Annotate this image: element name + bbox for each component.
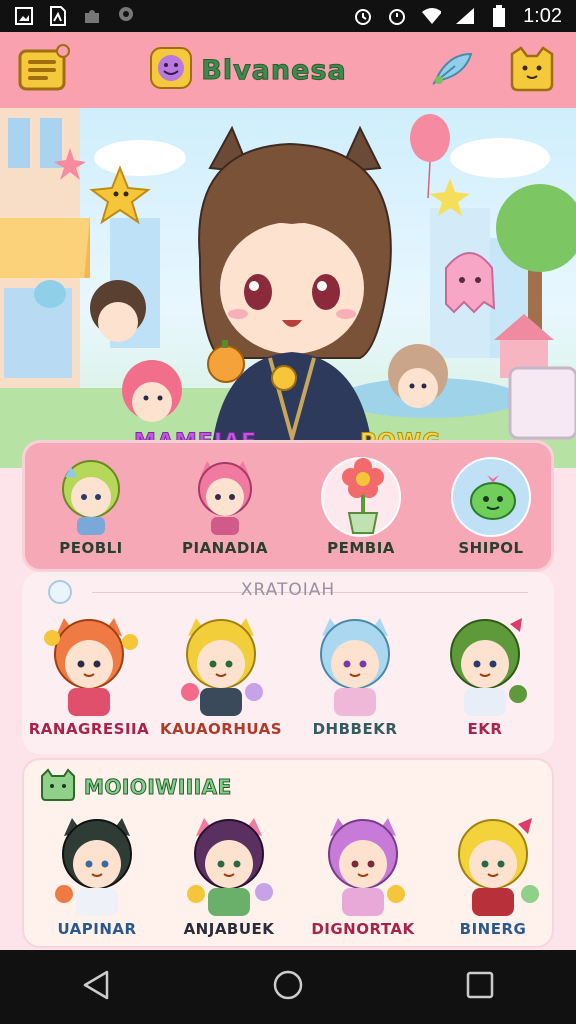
recents-icon xyxy=(465,970,495,1004)
hero-banner[interactable] xyxy=(0,108,576,468)
battery-icon xyxy=(489,5,509,27)
puzzle-icon xyxy=(82,6,102,26)
character-name: BINERG xyxy=(459,920,527,938)
featured-item-label: PIANADIA xyxy=(182,539,268,557)
brand: Blvanesa xyxy=(149,46,346,94)
character-name: KAUAORHUAS xyxy=(159,720,283,738)
hero-illustration xyxy=(0,108,576,468)
app-title: Blvanesa xyxy=(201,54,347,86)
alarm-icon xyxy=(353,6,373,26)
character-name: ANJABUEK xyxy=(183,920,275,938)
character-portrait xyxy=(55,818,132,916)
character-card[interactable]: UAPINAR xyxy=(34,808,160,938)
character-name: DHBBEKR xyxy=(312,720,398,738)
featured-item-label: PEOBLI xyxy=(59,539,123,557)
image-icon xyxy=(14,6,34,26)
feather-button[interactable] xyxy=(424,44,480,96)
section-header: MOIOIWIIIAE xyxy=(40,768,232,806)
app-bar: Blvanesa xyxy=(0,32,576,108)
back-button[interactable] xyxy=(66,957,126,1017)
character-portrait xyxy=(187,818,273,916)
cat-badge-icon xyxy=(40,768,76,806)
character-section-3: MOIOIWIIIAE UAPINAR ANJABUEK DIGNORTAK B… xyxy=(22,758,554,948)
status-bar: 1:02 xyxy=(0,0,576,32)
character-card[interactable]: BINERG xyxy=(430,808,556,938)
character-card[interactable]: KAUAORHUAS xyxy=(158,608,284,738)
signal-icon xyxy=(455,6,475,26)
home-icon xyxy=(272,969,304,1005)
character-card[interactable]: DIGNORTAK xyxy=(300,808,426,938)
menu-button[interactable] xyxy=(16,44,72,96)
featured-item-4[interactable]: SHIPOL xyxy=(439,457,543,567)
featured-item-3[interactable]: PEMBIA xyxy=(309,457,413,567)
wifi-icon xyxy=(421,6,442,26)
smiley-logo-icon xyxy=(149,46,193,94)
character-card[interactable]: DHBBEKR xyxy=(292,608,418,738)
status-time: 1:02 xyxy=(523,4,562,27)
character-card[interactable]: EKR xyxy=(422,608,548,738)
section-title: XRATOIAH xyxy=(240,580,336,600)
pink-cat-chibi-icon xyxy=(185,457,265,537)
file-icon xyxy=(48,6,68,26)
character-card[interactable]: ANJABUEK xyxy=(166,808,292,938)
status-left xyxy=(14,6,136,26)
character-portrait xyxy=(450,618,527,716)
character-name: RANAGRESIIA xyxy=(28,720,150,738)
recents-button[interactable] xyxy=(450,957,510,1017)
flower-pot-icon xyxy=(321,457,401,537)
section-title: MOIOIWIIIAE xyxy=(84,775,232,800)
featured-item-1[interactable]: PEOBLI xyxy=(39,457,143,567)
green-monster-icon xyxy=(451,457,531,537)
featured-item-label: PEMBIA xyxy=(327,539,395,557)
alarm-icon xyxy=(387,6,407,26)
app-bar-actions xyxy=(424,44,560,96)
character-portrait xyxy=(181,618,263,716)
character-portrait xyxy=(458,818,539,916)
home-button[interactable] xyxy=(258,957,318,1017)
character-name: DIGNORTAK xyxy=(311,920,415,938)
navigation-bar xyxy=(0,950,576,1024)
character-portrait xyxy=(320,618,390,716)
featured-card: PEOBLI PIANADIA PEMBIA SHIPOL xyxy=(22,440,554,572)
green-hair-chibi-icon xyxy=(51,457,131,537)
feather-icon xyxy=(429,48,475,92)
menu-icon xyxy=(17,43,71,97)
back-icon xyxy=(81,969,111,1005)
character-card[interactable]: RANAGRESIIA xyxy=(26,608,152,738)
featured-item-2[interactable]: PIANADIA xyxy=(173,457,277,567)
character-name: EKR xyxy=(467,720,503,738)
location-icon xyxy=(116,6,136,26)
character-portrait xyxy=(328,818,405,916)
character-section-2: XRATOIAH RANAGRESIIA KAUAORHUAS DHBBEKR … xyxy=(22,572,554,754)
character-name: UAPINAR xyxy=(57,920,137,938)
featured-item-label: SHIPOL xyxy=(458,539,524,557)
cat-face-icon xyxy=(507,44,557,96)
profile-button[interactable] xyxy=(504,44,560,96)
character-portrait xyxy=(44,618,138,716)
status-right: 1:02 xyxy=(353,5,562,28)
